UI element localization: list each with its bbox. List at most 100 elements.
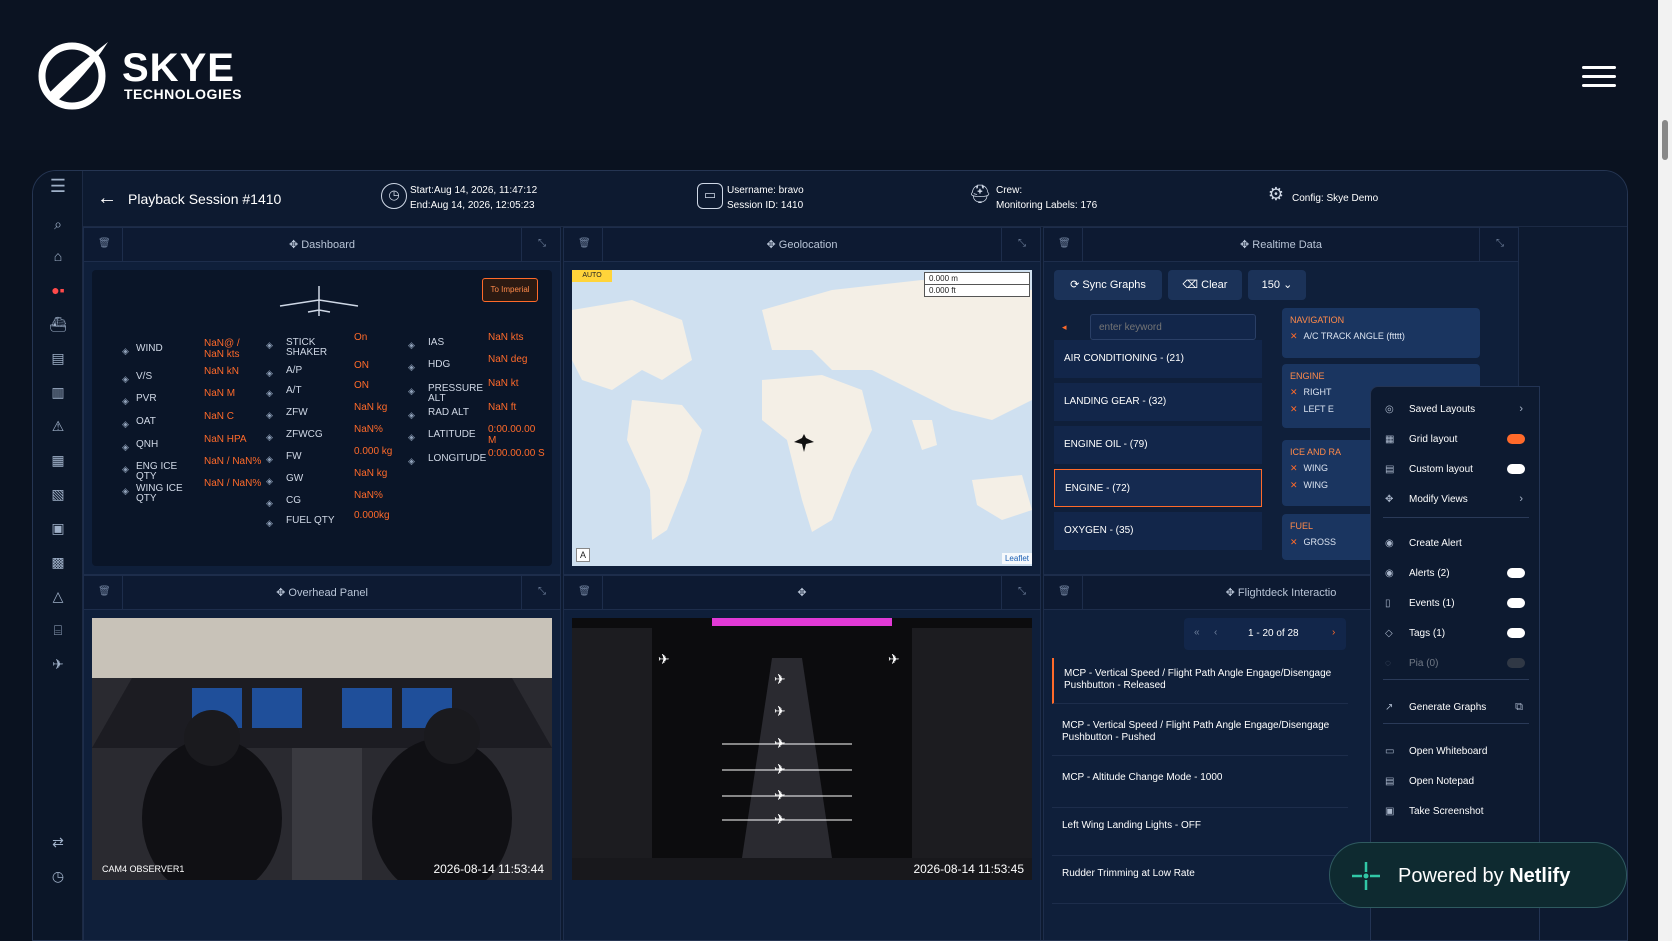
interaction-item[interactable]: MCP - Altitude Change Mode - 1000 <box>1052 762 1348 808</box>
tags-item[interactable]: ◇ Tags (1) <box>1371 619 1541 649</box>
take-screenshot-item[interactable]: ▣ Take Screenshot <box>1371 797 1541 827</box>
param-icon: ◈ <box>122 396 129 406</box>
move-icon[interactable]: ✥ <box>564 586 1040 599</box>
param-icon: ◈ <box>408 340 415 350</box>
interaction-item[interactable]: MCP - Vertical Speed / Flight Path Angle… <box>1052 710 1348 756</box>
nav-display-video[interactable]: ✈ ✈ ✈ ✈ ✈ ✈ ✈ ✈ 2026-08-14 11:53:45 <box>572 618 1032 880</box>
panel-icon[interactable]: ▩ <box>47 551 69 573</box>
alerts-item[interactable]: ◉ Alerts (2) <box>1371 559 1541 589</box>
saved-layouts-item[interactable]: ◎ Saved Layouts › <box>1371 395 1541 425</box>
expand-icon[interactable]: ⤡ <box>1018 238 1026 249</box>
sidebar-menu-icon[interactable]: ☰ <box>47 175 69 197</box>
dashboard-title[interactable]: ✥ Dashboard <box>84 238 560 251</box>
toggle-switch[interactable] <box>1507 464 1525 474</box>
category-item[interactable]: LANDING GEAR - (32) <box>1054 383 1262 421</box>
count-select[interactable]: 150 ⌄ <box>1248 270 1306 300</box>
generate-graphs-item[interactable]: ↗ Generate Graphs ⧉ <box>1371 693 1541 723</box>
remove-icon[interactable]: ✕ <box>1290 537 1298 547</box>
open-whiteboard-item[interactable]: ▭ Open Whiteboard <box>1371 737 1541 767</box>
clipboard-icon[interactable]: ▥ <box>47 381 69 403</box>
expand-icon[interactable]: ⤡ <box>1018 586 1026 597</box>
search-icon[interactable]: ⌕ <box>47 213 69 235</box>
prev-page-icon[interactable]: ‹ <box>1214 627 1217 638</box>
leaflet-attribution[interactable]: Leaflet <box>1001 553 1032 564</box>
menu-item-label: Events (1) <box>1409 598 1455 609</box>
remove-icon[interactable]: ✕ <box>1290 387 1298 397</box>
crew-label: Crew: <box>996 185 1023 196</box>
list-icon[interactable]: ▤ <box>47 347 69 369</box>
category-item[interactable]: ENGINE OIL - (79) <box>1054 426 1262 464</box>
menu-item-label: Create Alert <box>1409 538 1462 549</box>
first-page-icon[interactable]: « <box>1194 627 1200 638</box>
modify-views-item[interactable]: ✥ Modify Views › <box>1371 485 1541 515</box>
clear-button[interactable]: ⌫ Clear <box>1168 270 1242 300</box>
geolocation-title[interactable]: ✥ Geolocation <box>564 238 1040 251</box>
expand-icon[interactable]: ⤡ <box>538 238 546 249</box>
toggle-switch[interactable] <box>1507 568 1525 578</box>
expand-icon[interactable]: ⤡ <box>538 586 546 597</box>
plane-icon[interactable]: ✈ <box>47 653 69 675</box>
events-item[interactable]: ▯ Events (1) <box>1371 589 1541 619</box>
nav-item[interactable]: ✕ A/C TRACK ANGLE (ftttt) <box>1282 328 1480 345</box>
report-icon[interactable]: ▧ <box>47 483 69 505</box>
world-map[interactable]: AUTO 0.000 m 0.000 ft A Leaflet <box>572 270 1032 566</box>
realtime-header: 🗑 ✥ Realtime Data ⤡ <box>1044 228 1518 262</box>
sync-graphs-button[interactable]: ⟳ Sync Graphs <box>1054 270 1162 300</box>
sidebar: ☰ ⌕ ⌂ ●▪ ⛴ ▤ ▥ ⚠ ▦ ▧ ▣ ▩ △ ⌸ ✈ ⇄ ◷ <box>33 171 83 940</box>
open-notepad-item[interactable]: ▤ Open Notepad <box>1371 767 1541 797</box>
play-icon[interactable]: ◷ <box>47 865 69 887</box>
triangle-icon[interactable]: △ <box>47 585 69 607</box>
next-page-icon[interactable]: › <box>1332 627 1335 638</box>
overhead-title[interactable]: ✥ Overhead Panel <box>84 586 560 599</box>
warning-icon[interactable]: ⚠ <box>47 415 69 437</box>
home-icon[interactable]: ⌂ <box>47 245 69 267</box>
param-label: OAT <box>136 416 156 427</box>
param-value: NaN HPA <box>204 434 247 445</box>
aircraft-icon[interactable]: ⛴ <box>47 313 69 335</box>
netlify-badge[interactable]: Powered by Netlify <box>1329 842 1627 908</box>
param-label: WING ICE QTY <box>136 483 183 504</box>
top-bar: SKYE TECHNOLOGIES <box>0 0 1672 150</box>
remove-icon[interactable]: ✕ <box>1290 331 1298 341</box>
engine-heading: ENGINE <box>1290 371 1325 381</box>
remove-icon[interactable]: ✕ <box>1290 480 1298 490</box>
toggle-switch[interactable] <box>1507 628 1525 638</box>
page-scrollbar[interactable] <box>1658 0 1672 941</box>
toggle-switch[interactable] <box>1507 598 1525 608</box>
realtime-title[interactable]: ✥ Realtime Data <box>1044 238 1518 251</box>
toggle-switch[interactable] <box>1507 658 1525 668</box>
expand-icon[interactable]: ⤡ <box>1496 238 1504 249</box>
to-imperial-button[interactable]: To Imperial <box>482 278 538 302</box>
interaction-item[interactable]: Left Wing Landing Lights - OFF <box>1052 810 1348 856</box>
back-arrow-icon[interactable]: ← <box>97 187 117 210</box>
grid-layout-item[interactable]: ▦ Grid layout <box>1371 425 1541 455</box>
remove-icon[interactable]: ✕ <box>1290 404 1298 414</box>
layout-icon[interactable]: ▣ <box>47 517 69 539</box>
param-value: On <box>354 332 368 343</box>
param-icon: ◈ <box>122 419 129 429</box>
interaction-item[interactable]: MCP - Vertical Speed / Flight Path Angle… <box>1052 658 1348 704</box>
interaction-item[interactable]: Rudder Trimming at Low Rate <box>1052 858 1348 904</box>
monitor-icon[interactable]: ⌸ <box>47 619 69 641</box>
category-item[interactable]: OXYGEN - (35) <box>1054 512 1262 550</box>
collapse-left-icon[interactable]: ◂ <box>1062 322 1067 333</box>
main-menu-icon[interactable] <box>1582 60 1616 94</box>
record-icon[interactable]: ●▪ <box>47 279 69 301</box>
create-alert-item[interactable]: ◉ Create Alert <box>1371 529 1541 559</box>
scale-ft: 0.000 ft <box>929 286 956 295</box>
cockpit-video[interactable]: CAM4 OBSERVER1 2026-08-14 11:53:44 <box>92 618 552 880</box>
toggle-switch[interactable] <box>1507 434 1525 444</box>
category-item[interactable]: AIR CONDITIONING - (21) <box>1054 340 1262 378</box>
svg-text:✈: ✈ <box>774 736 786 752</box>
swap-icon[interactable]: ⇄ <box>47 831 69 853</box>
auto-badge[interactable]: AUTO <box>572 270 612 282</box>
remove-icon[interactable]: ✕ <box>1290 463 1298 473</box>
skye-logo[interactable]: SKYE TECHNOLOGIES <box>36 36 276 116</box>
category-item[interactable]: ENGINE - (72) <box>1054 469 1262 507</box>
map-a-control[interactable]: A <box>576 548 590 562</box>
custom-layout-item[interactable]: ▤ Custom layout <box>1371 455 1541 485</box>
param-value: ON <box>354 360 369 371</box>
pia-item[interactable]: ◌ Pia (0) <box>1371 649 1541 679</box>
chart-icon[interactable]: ▦ <box>47 449 69 471</box>
keyword-search-input[interactable] <box>1090 314 1256 340</box>
